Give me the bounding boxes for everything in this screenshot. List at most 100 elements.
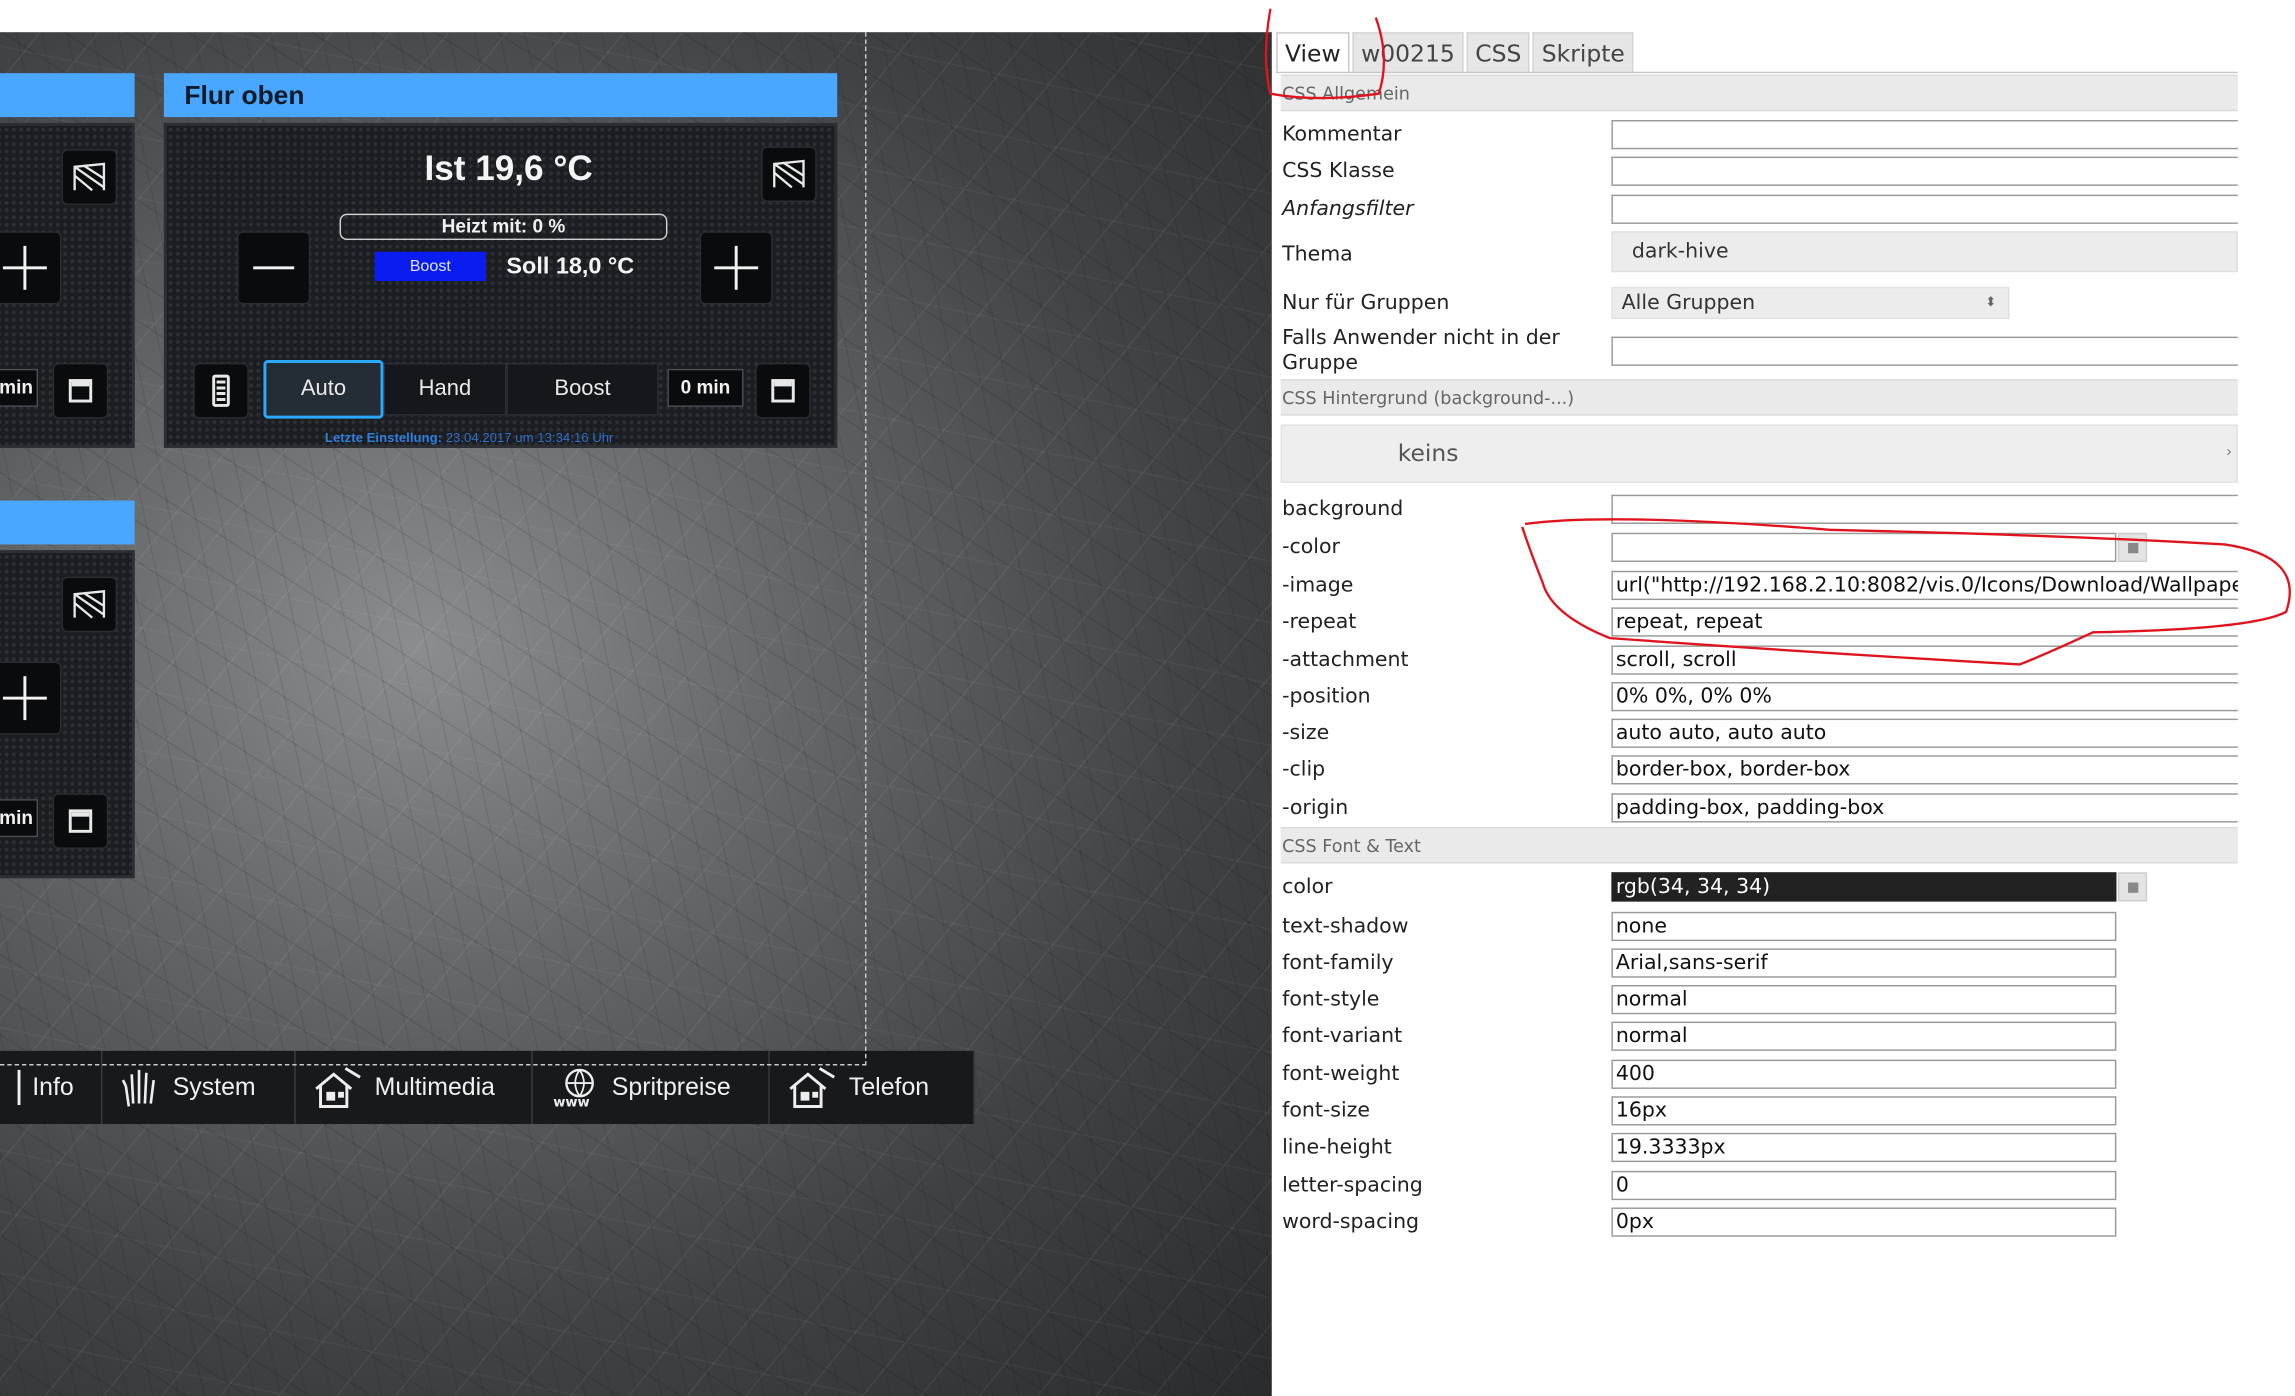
label-line-height: line-height <box>1282 1135 1392 1160</box>
window-icon-button[interactable] <box>61 576 118 633</box>
plus-icon <box>2 676 47 721</box>
nav-label: Multimedia <box>374 1072 495 1101</box>
bg-clip-input[interactable]: border-box, border-box <box>1611 755 2238 785</box>
css-klasse-input[interactable] <box>1611 156 2238 186</box>
last-setting-label: Letzte Einstellung: <box>324 430 443 445</box>
nav-label: Spritpreise <box>611 1072 731 1101</box>
word-spacing-input[interactable]: 0px <box>1611 1207 2117 1237</box>
label-background: background <box>1282 497 1404 522</box>
tab-css[interactable]: CSS <box>1466 32 1531 74</box>
last-setting-value: 23.04.2017 um 13:34:16 Uhr <box>445 430 614 445</box>
falls-anwender-input[interactable] <box>1611 336 2238 366</box>
widget-left-header <box>0 73 135 118</box>
nav-item-info[interactable]: Info <box>0 1050 103 1125</box>
nav-label: Telefon <box>848 1072 930 1101</box>
hand-icon <box>121 1069 155 1107</box>
background-input[interactable] <box>1611 494 2238 524</box>
nav-item-multimedia[interactable]: Multimedia <box>295 1050 533 1125</box>
anfangsfilter-input[interactable] <box>1611 194 2238 224</box>
mode-hand-button[interactable]: Hand <box>383 362 507 416</box>
line-height-input[interactable]: 19.3333px <box>1611 1132 2117 1163</box>
bg-attachment-input[interactable]: scroll, scroll <box>1611 645 2238 675</box>
label-thema: Thema <box>1282 242 1353 267</box>
plus-button[interactable] <box>0 231 62 305</box>
square-icon <box>68 379 93 403</box>
font-style-input[interactable]: normal <box>1611 985 2117 1015</box>
font-family-input[interactable]: Arial,sans-serif <box>1611 948 2117 978</box>
bg-color-picker-button[interactable] <box>2117 532 2148 563</box>
widget-title: Flur oben <box>163 73 838 118</box>
widget-left-top[interactable]: min <box>0 122 135 448</box>
svg-text:www: www <box>553 1095 589 1109</box>
bg-repeat-input[interactable]: repeat, repeat <box>1611 607 2238 637</box>
section-css-hintergrund[interactable]: CSS Hintergrund (background-...) <box>1280 379 2238 416</box>
kommentar-input[interactable] <box>1611 120 2238 150</box>
square-icon <box>68 809 93 833</box>
info-icon <box>6 1069 21 1106</box>
label-font-weight: font-weight <box>1282 1062 1400 1086</box>
nav-label: Info <box>32 1072 74 1101</box>
plus-icon <box>2 245 47 290</box>
bg-origin-input[interactable]: padding-box, padding-box <box>1611 793 2238 823</box>
mode-boost-button[interactable]: Boost <box>506 362 659 416</box>
widget-left2-header <box>0 500 135 545</box>
gruppen-select[interactable]: Alle Gruppen ⬍ <box>1611 286 2010 320</box>
bg-image-input[interactable]: url("http://192.168.2.10:8082/vis.0/Icon… <box>1611 570 2238 601</box>
label-nur-fuer-gruppen: Nur für Gruppen <box>1282 291 1450 315</box>
label-bg-color: -color <box>1282 535 1340 560</box>
window-icon <box>73 162 106 192</box>
time-display: min <box>0 368 39 407</box>
decrease-button[interactable] <box>237 231 311 305</box>
label-bg-size: -size <box>1282 721 1330 745</box>
label-word-spacing: word-spacing <box>1282 1210 1420 1234</box>
thema-select[interactable]: dark-hive <box>1611 231 2238 273</box>
boost-badge: Boost <box>374 251 486 282</box>
font-variant-input[interactable]: normal <box>1611 1021 2117 1051</box>
mode-auto-button[interactable]: Auto <box>263 360 384 419</box>
window-toggle-button[interactable] <box>755 362 811 419</box>
letter-spacing-input[interactable]: 0 <box>1611 1170 2117 1201</box>
window-toggle-button[interactable] <box>52 793 109 849</box>
heating-indicator: Heizt mit: 0 % <box>339 213 668 241</box>
label-letter-spacing: letter-spacing <box>1282 1173 1423 1198</box>
color-input[interactable]: rgb(34, 34, 34) <box>1611 872 2117 902</box>
bg-color-input[interactable] <box>1611 532 2117 563</box>
bg-position-input[interactable]: 0% 0%, 0% 0% <box>1611 682 2238 712</box>
background-preset-select[interactable]: keins <box>1280 424 2238 483</box>
window-toggle-button[interactable] <box>52 362 109 419</box>
plus-icon <box>714 245 759 290</box>
section-css-allgemein[interactable]: CSS Allgemein <box>1280 74 2238 112</box>
section-css-font-text[interactable]: CSS Font & Text <box>1280 826 2238 864</box>
tab-skripte[interactable]: Skripte <box>1533 32 1634 74</box>
window-icon-button[interactable] <box>761 146 817 202</box>
thermostat-widget[interactable]: Ist 19,6 °C Heizt mit: 0 % Boost Soll 18… <box>163 122 838 448</box>
battery-button[interactable] <box>193 362 249 419</box>
plus-button[interactable] <box>0 661 62 735</box>
properties-panel: View w00215 CSS Skripte CSS Allgemein Ko… <box>1271 0 2295 1396</box>
boost-time-display: 0 min <box>667 368 744 407</box>
increase-button[interactable] <box>699 231 773 305</box>
widget-left-bottom[interactable]: min <box>0 550 135 879</box>
color-picker-button[interactable] <box>2117 872 2148 902</box>
font-size-input[interactable]: 16px <box>1611 1096 2117 1126</box>
nav-item-spritpreise[interactable]: www Spritpreise <box>532 1050 770 1125</box>
tab-widget[interactable]: w00215 <box>1352 32 1464 74</box>
bg-size-input[interactable]: auto auto, auto auto <box>1611 718 2238 748</box>
house-media-icon <box>315 1067 361 1108</box>
text-shadow-input[interactable]: none <box>1611 911 2117 942</box>
nav-item-telefon[interactable]: Telefon <box>769 1050 975 1125</box>
window-icon <box>773 159 805 189</box>
nav-item-system[interactable]: System <box>102 1050 296 1125</box>
label-anfangsfilter: Anfangsfilter <box>1282 197 1414 222</box>
vis-canvas[interactable]: min min Flur oben Ist 19,6 °C Heizt mit:… <box>0 32 1272 1396</box>
color-swatch-icon <box>2127 881 2138 893</box>
time-display: min <box>0 799 39 838</box>
chevron-icon: › <box>2226 444 2232 462</box>
label-font-style: font-style <box>1282 987 1380 1012</box>
label-bg-image: -image <box>1282 573 1354 598</box>
label-css-klasse: CSS Klasse <box>1282 159 1395 183</box>
font-weight-input[interactable]: 400 <box>1611 1059 2117 1089</box>
label-bg-clip: -clip <box>1282 758 1326 782</box>
window-icon-button[interactable] <box>61 149 118 205</box>
tab-view[interactable]: View <box>1276 32 1350 74</box>
